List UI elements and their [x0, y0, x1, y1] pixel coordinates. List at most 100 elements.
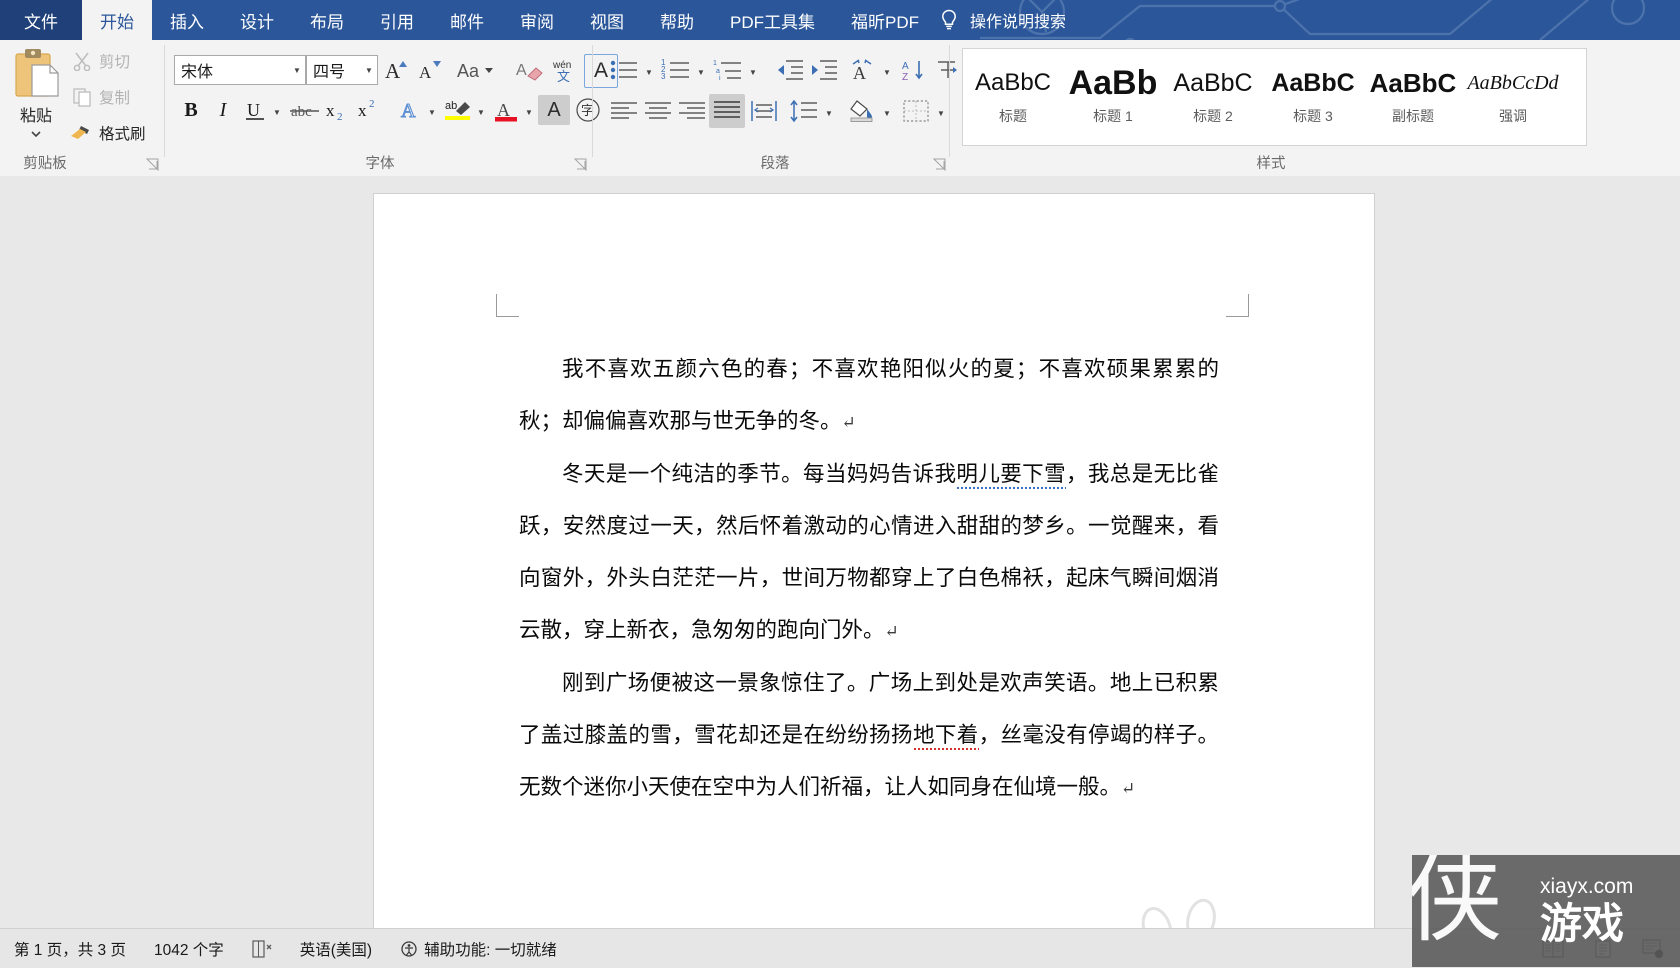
paragraph-2: 冬天是一个纯洁的季节。每当妈妈告诉我明儿要下雪，我总是无比雀跃，安然度过一天，然… — [519, 449, 1219, 658]
numbering-button[interactable]: 1 2 3 — [659, 55, 693, 85]
underline-button[interactable]: U — [240, 95, 270, 125]
tab-foxit-pdf[interactable]: 福昕PDF — [833, 0, 937, 40]
tab-layout[interactable]: 布局 — [292, 0, 362, 40]
style-item-title[interactable]: AaBbC 标题 — [963, 49, 1063, 145]
highlight-icon: ab — [445, 100, 470, 120]
underline-chevron-icon[interactable]: ▼ — [273, 108, 281, 117]
decrease-indent-button[interactable] — [773, 55, 807, 85]
font-name-combo[interactable]: 宋体 ▼ — [174, 55, 306, 85]
align-justify-button[interactable] — [709, 94, 745, 128]
tab-mailings[interactable]: 邮件 — [432, 0, 502, 40]
text-effects-button[interactable]: A — [394, 95, 426, 125]
tab-home[interactable]: 开始 — [82, 0, 152, 40]
style-preview: AaBbC — [1271, 69, 1355, 97]
font-size-combo[interactable]: 四号 ▼ — [306, 55, 378, 85]
style-name: 标题 3 — [1293, 108, 1333, 124]
borders-button[interactable] — [899, 96, 933, 126]
increase-indent-button[interactable] — [807, 55, 841, 85]
tab-references[interactable]: 引用 — [362, 0, 432, 40]
font-color-chevron-icon[interactable]: ▼ — [525, 108, 533, 117]
style-preview: AaBbC — [1173, 69, 1253, 97]
align-left-button[interactable] — [607, 96, 641, 126]
tell-me-search[interactable]: 操作说明搜索 — [940, 0, 1066, 40]
style-item-subtitle[interactable]: AaBbC 副标题 — [1363, 49, 1463, 145]
shrink-font-button[interactable]: A — [414, 55, 446, 85]
style-item-heading-3[interactable]: AaBbC 标题 3 — [1263, 49, 1363, 145]
spelling-error-run: 地下着 — [912, 723, 979, 752]
format-painter-icon — [71, 126, 89, 139]
svg-text:x: x — [326, 101, 335, 120]
status-page-number[interactable]: 第 1 页，共 3 页 — [0, 938, 140, 960]
document-canvas[interactable]: 我不喜欢五颜六色的春；不喜欢艳阳似火的夏；不喜欢硕果累累的秋；却偏偏喜欢那与世无… — [0, 176, 1680, 928]
clipboard-dialog-launcher[interactable] — [146, 158, 159, 171]
line-spacing-chevron-icon[interactable]: ▼ — [825, 109, 833, 118]
status-proofing-errors[interactable] — [238, 939, 286, 958]
style-name: 强调 — [1499, 108, 1527, 124]
line-spacing-button[interactable] — [787, 96, 821, 126]
copy-button[interactable]: 复制 — [72, 86, 130, 108]
italic-button[interactable]: I — [208, 95, 238, 125]
ribbon-group-clipboard: 粘贴 剪切 复制 格式刷 剪贴板 — [0, 40, 165, 176]
subscript-button[interactable]: x 2 — [322, 95, 354, 125]
tab-view[interactable]: 视图 — [572, 0, 642, 40]
align-justify-icon — [714, 101, 740, 118]
align-center-button[interactable] — [641, 96, 675, 126]
superscript-button[interactable]: x 2 — [354, 95, 386, 125]
tab-file[interactable]: 文件 — [0, 0, 82, 40]
borders-chevron-icon[interactable]: ▼ — [937, 109, 945, 118]
clear-formatting-button[interactable]: A — [514, 55, 548, 85]
strikethrough-button[interactable]: abc — [288, 95, 322, 125]
document-text[interactable]: 我不喜欢五颜六色的春；不喜欢艳阳似火的夏；不喜欢硕果累累的秋；却偏偏喜欢那与世无… — [519, 344, 1219, 815]
status-accessibility[interactable]: 辅助功能: 一切就绪 — [386, 938, 571, 960]
style-item-heading-2[interactable]: AaBbC 标题 2 — [1163, 49, 1263, 145]
bullets-button[interactable] — [607, 55, 641, 85]
multilevel-chevron-icon[interactable]: ▼ — [749, 68, 757, 77]
tab-pdf-toolkit-label: PDF工具集 — [730, 12, 815, 32]
chinese-layout-button[interactable]: A — [845, 55, 879, 85]
svg-text:ab: ab — [445, 100, 457, 112]
sort-button[interactable]: A Z — [899, 55, 933, 85]
status-word-count[interactable]: 1042 个字 — [140, 938, 238, 960]
format-painter-button[interactable]: 格式刷 — [68, 122, 146, 144]
highlight-chevron-icon[interactable]: ▼ — [477, 108, 485, 117]
style-item-heading-1[interactable]: AaBb 标题 1 — [1063, 49, 1163, 145]
paste-icon — [15, 49, 59, 97]
tab-help[interactable]: 帮助 — [642, 0, 712, 40]
tab-design[interactable]: 设计 — [222, 0, 292, 40]
tab-insert[interactable]: 插入 — [152, 0, 222, 40]
status-language[interactable]: 英语(美国) — [286, 938, 386, 960]
group-label-styles: 样式 — [1256, 156, 1286, 172]
change-case-button[interactable]: Aa — [454, 55, 500, 85]
paste-button[interactable]: 粘贴 — [8, 46, 64, 154]
character-shading-glyph: A — [547, 98, 561, 121]
font-dialog-launcher[interactable] — [574, 158, 587, 171]
shading-button[interactable] — [845, 96, 879, 126]
tab-review[interactable]: 审阅 — [502, 0, 572, 40]
badge-domain: xiayx.com — [1540, 875, 1634, 898]
cut-button[interactable]: 剪切 — [72, 50, 130, 72]
bold-button[interactable]: B — [176, 95, 206, 125]
distribute-button[interactable] — [747, 96, 781, 126]
text-run: 我不喜欢五颜六色的春；不喜欢艳阳似火的夏；不喜欢硕果累累的秋；却偏偏喜欢那与世无… — [519, 357, 1219, 434]
svg-text:i: i — [719, 75, 721, 82]
grow-font-button[interactable]: A — [382, 55, 414, 85]
style-item-emphasis[interactable]: AaBbCcDd 强调 — [1463, 49, 1563, 145]
numbering-chevron-icon[interactable]: ▼ — [697, 68, 705, 77]
format-painter-label: 格式刷 — [99, 126, 146, 143]
text-effects-chevron-icon[interactable]: ▼ — [428, 108, 436, 117]
character-shading-button[interactable]: A — [538, 95, 570, 125]
svg-text:1: 1 — [713, 60, 717, 67]
bullets-chevron-icon[interactable]: ▼ — [645, 68, 653, 77]
font-color-button[interactable]: A — [490, 95, 522, 125]
phonetic-guide-button[interactable]: wén 文 — [548, 55, 582, 85]
align-right-button[interactable] — [675, 96, 709, 126]
highlight-button[interactable]: ab — [442, 95, 474, 125]
ribbon-tabs: 文件 开始 插入 设计 布局 引用 邮件 审阅 视图 帮助 PDF工具集 福昕P… — [0, 0, 937, 40]
multilevel-list-button[interactable]: 1 a i — [711, 55, 745, 85]
tab-pdf-toolkit[interactable]: PDF工具集 — [712, 0, 833, 40]
document-page[interactable]: 我不喜欢五颜六色的春；不喜欢艳阳似火的夏；不喜欢硕果累累的秋；却偏偏喜欢那与世无… — [374, 194, 1374, 928]
chinese-layout-chevron-icon[interactable]: ▼ — [883, 68, 891, 77]
clear-formatting-icon: A — [516, 62, 543, 81]
shading-chevron-icon[interactable]: ▼ — [883, 109, 891, 118]
paragraph-dialog-launcher[interactable] — [933, 158, 946, 171]
